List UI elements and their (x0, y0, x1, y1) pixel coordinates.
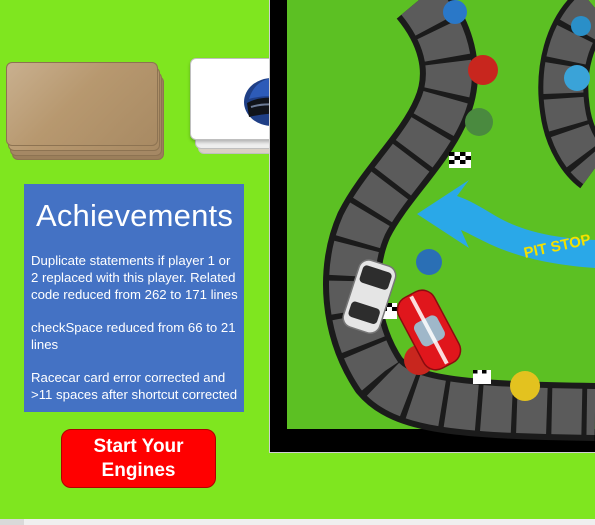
start-engines-button[interactable]: Start Your Engines (61, 429, 216, 488)
achievement-item: Racecar card error corrected and >11 spa… (31, 370, 238, 402)
achievement-item: Duplicate statements if player 1 or 2 re… (31, 253, 238, 302)
status-strip-fill (24, 519, 595, 525)
start-button-label-line1: Start Your (93, 435, 184, 457)
start-button-label-line2: Engines (101, 459, 176, 481)
game-board[interactable]: PIT STOP (269, 0, 595, 453)
achievement-item: checkSpace reduced from 66 to 21 lines (31, 320, 236, 352)
facedown-card-deck[interactable] (6, 62, 164, 160)
achievements-panel: Achievements Duplicate statements if pla… (24, 184, 244, 412)
card-back-top (6, 62, 158, 146)
status-strip (0, 519, 595, 525)
achievements-title: Achievements (35, 198, 234, 233)
board-canvas: PIT STOP (269, 0, 595, 453)
